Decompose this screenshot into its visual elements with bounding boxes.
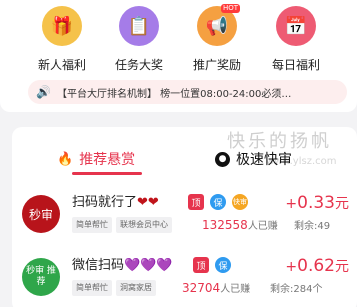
price-unit: 元 bbox=[335, 196, 349, 212]
quick-link-label: 新人福利 bbox=[37, 58, 86, 72]
price-prefix: + bbox=[285, 259, 298, 275]
task-title: 扫码就行了❤❤ bbox=[72, 191, 159, 210]
earned-number: 32704 bbox=[182, 281, 221, 295]
user-icon: ● bbox=[215, 151, 230, 167]
quick-link-daily[interactable]: 📅 每日福利 bbox=[256, 6, 336, 73]
quick-link-label: 任务大奖 bbox=[114, 58, 163, 72]
brand-chip: 联想会员中心 bbox=[116, 217, 172, 233]
task-list-card: 快乐的扬帆 www.ylsz.com 🔥 推荐悬赏 ● 极速快审 秒审 扫码就行… bbox=[12, 127, 357, 307]
tab-label: 推荐悬赏 bbox=[79, 152, 136, 168]
hot-badge: HOT bbox=[220, 4, 240, 13]
tab-underline bbox=[72, 172, 142, 175]
price-prefix: + bbox=[285, 196, 298, 212]
tab-label: 极速快审 bbox=[236, 152, 292, 168]
avatar: 秒审 bbox=[22, 195, 60, 233]
quick-link-newcomer[interactable]: 🎁 新人福利 bbox=[22, 6, 102, 73]
earned-count: 132558人已赚 bbox=[202, 217, 278, 232]
speaker-icon: 🔊 bbox=[36, 85, 51, 99]
calendar-icon: 📅 bbox=[276, 6, 316, 46]
task-title-text: 微信扫码 bbox=[72, 258, 125, 273]
quick-links-row: 🎁 新人福利 📋 任务大奖 📢 HOT 推广奖励 📅 每日福利 bbox=[0, 4, 357, 76]
avatar: 秒审 推荐 bbox=[22, 258, 60, 296]
earned-label: 人已赚 bbox=[220, 284, 251, 295]
quick-link-promotion[interactable]: 📢 HOT 推广奖励 bbox=[177, 4, 257, 73]
quick-links-card: 🎁 新人福利 📋 任务大奖 📢 HOT 推广奖励 📅 每日福利 🔊 【平台大厅排… bbox=[0, 0, 357, 112]
task-title: 微信扫码💜💜💜 bbox=[72, 254, 173, 273]
megaphone-icon: 📢 HOT bbox=[197, 4, 240, 46]
quick-link-task-prize[interactable]: 📋 任务大奖 bbox=[99, 6, 179, 73]
remaining-count: 剩余:284个 bbox=[270, 284, 323, 295]
price-value: 0.33 bbox=[297, 193, 335, 213]
fire-icon: 🔥 bbox=[57, 151, 74, 167]
task-row[interactable]: 秒审 推荐 微信扫码💜💜💜 顶 保 +0.62元 简单帮忙 洞窝家居 32704… bbox=[12, 254, 357, 307]
remaining-count: 剩余:49 bbox=[294, 221, 331, 232]
guarantee-badge: 保 bbox=[215, 257, 231, 273]
task-row[interactable]: 秒审 扫码就行了❤❤ 顶 保 快审 +0.33元 简单帮忙 联想会员中心 132… bbox=[12, 191, 357, 249]
category-chip: 简单帮忙 bbox=[72, 217, 112, 233]
fast-review-badge: 快审 bbox=[232, 194, 248, 210]
top-badge: 顶 bbox=[193, 257, 209, 273]
quick-link-label: 每日福利 bbox=[271, 58, 320, 72]
tab-recommended[interactable]: 🔥 推荐悬赏 bbox=[57, 149, 135, 169]
price-unit: 元 bbox=[335, 259, 349, 275]
heart-icon: 💜💜💜 bbox=[124, 258, 173, 273]
brand-chip: 洞窝家居 bbox=[116, 280, 156, 296]
guarantee-badge: 保 bbox=[210, 194, 226, 210]
gift-icon: 🎁 bbox=[42, 6, 82, 46]
category-chip: 简单帮忙 bbox=[72, 280, 112, 296]
price-value: 0.62 bbox=[297, 256, 335, 276]
task-price: +0.62元 bbox=[285, 256, 349, 276]
tab-fast-review[interactable]: ● 极速快审 bbox=[215, 149, 292, 169]
notice-text: 【平台大厅排名机制】 榜一位置08:00-24:00必须… bbox=[56, 88, 292, 100]
heart-icon: ❤❤ bbox=[137, 195, 159, 210]
task-title-text: 扫码就行了 bbox=[72, 195, 138, 210]
earned-number: 132558 bbox=[202, 218, 248, 232]
earned-label: 人已赚 bbox=[247, 221, 278, 232]
task-price: +0.33元 bbox=[285, 193, 349, 213]
quick-link-label: 推广奖励 bbox=[192, 58, 241, 72]
clipboard-icon: 📋 bbox=[119, 6, 159, 46]
notice-bar[interactable]: 🔊 【平台大厅排名机制】 榜一位置08:00-24:00必须… bbox=[28, 80, 347, 104]
earned-count: 32704人已赚 bbox=[182, 280, 250, 295]
top-badge: 顶 bbox=[188, 194, 204, 210]
